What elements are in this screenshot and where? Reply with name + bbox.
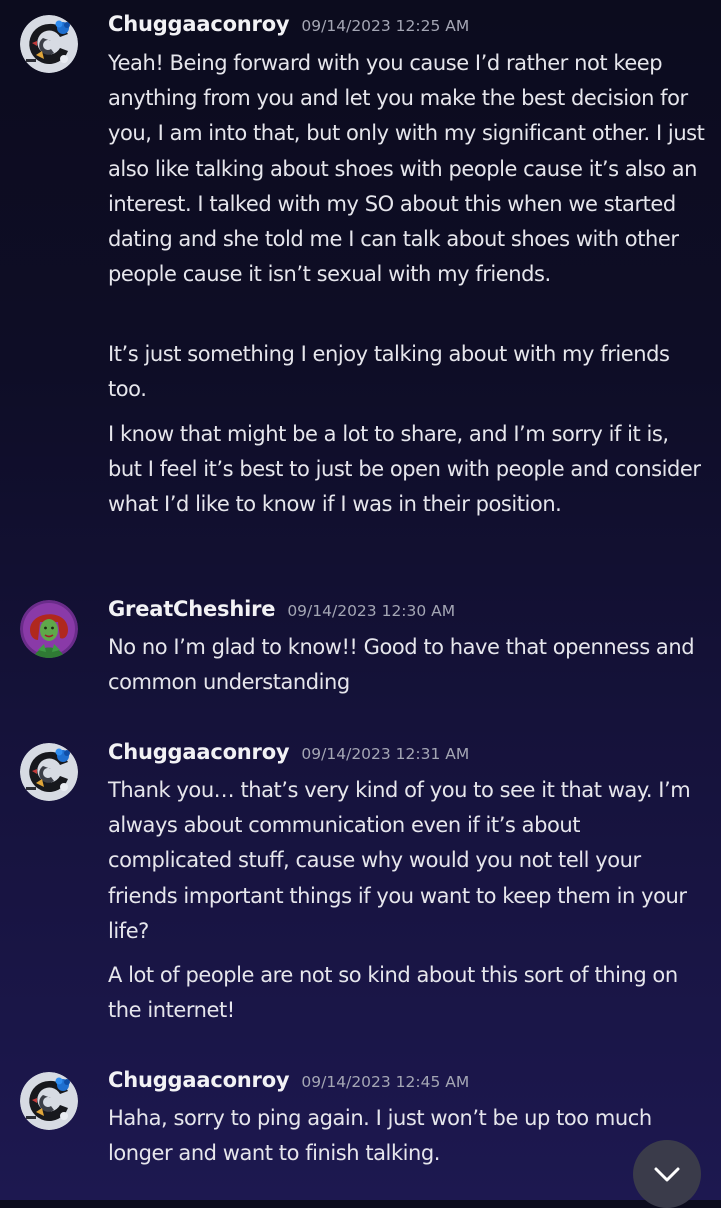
avatar-c-logo-icon[interactable] [20,15,78,73]
username[interactable]: GreatCheshire [108,597,276,621]
timestamp: 09/14/2023 12:30 AM [287,602,456,620]
username[interactable]: Chuggaaconroy [108,740,290,764]
username[interactable]: Chuggaaconroy [108,12,290,36]
message-header: Chuggaaconroy 09/14/2023 12:45 AM [108,1068,469,1098]
avatar-c-logo-icon[interactable] [20,1072,78,1130]
message-text[interactable]: No no I’m glad to know!! Good to have th… [108,630,708,700]
message-text[interactable]: A lot of people are not so kind about th… [108,958,708,1028]
message-text[interactable]: I know that might be a lot to share, and… [108,417,708,523]
timestamp: 09/14/2023 12:45 AM [301,1073,470,1091]
message-header: Chuggaaconroy 09/14/2023 12:31 AM [108,740,469,770]
chevron-down-icon [654,1167,680,1182]
message-header: Chuggaaconroy 09/14/2023 12:25 AM [108,12,469,42]
message-text[interactable]: It’s just something I enjoy talking abou… [108,337,708,407]
message-text[interactable]: Yeah! Being forward with you cause I’d r… [108,46,708,292]
timestamp: 09/14/2023 12:25 AM [301,17,470,35]
avatar-c-logo-icon[interactable] [20,743,78,801]
scroll-to-bottom-button[interactable] [633,1140,701,1208]
message-header: GreatCheshire 09/14/2023 12:30 AM [108,597,455,627]
message-text[interactable]: Haha, sorry to ping again. I just won’t … [108,1101,708,1171]
avatar-character-icon[interactable] [20,600,78,658]
timestamp: 09/14/2023 12:31 AM [301,745,470,763]
chat-messages: Chuggaaconroy 09/14/2023 12:25 AM Yeah! B… [0,0,721,1200]
message-text[interactable]: Thank you… that’s very kind of you to se… [108,773,708,949]
username[interactable]: Chuggaaconroy [108,1068,290,1092]
